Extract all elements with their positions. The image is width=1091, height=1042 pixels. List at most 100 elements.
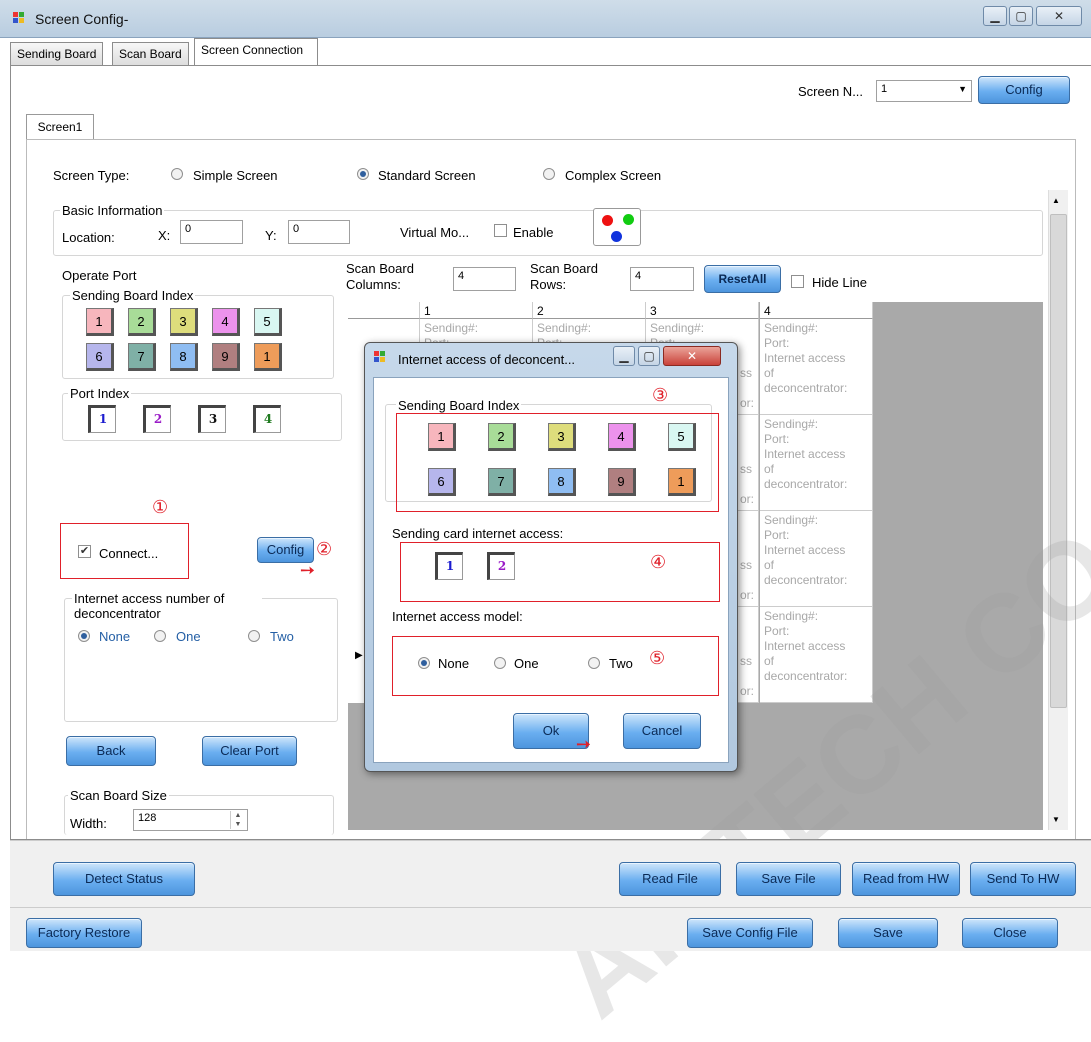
- save-config-file-button[interactable]: Save Config File: [687, 918, 813, 948]
- dialog-maximize-button[interactable]: ▢: [638, 346, 660, 366]
- clear-port-button[interactable]: Clear Port: [202, 736, 297, 766]
- cell-line: Internet access: [764, 447, 846, 461]
- close-button[interactable]: Close: [962, 918, 1058, 948]
- reset-all-button[interactable]: ResetAll: [704, 265, 781, 293]
- minimize-button[interactable]: ▁: [983, 6, 1007, 26]
- model-two-label: Two: [609, 656, 633, 671]
- dialog-minimize-button[interactable]: ▁: [613, 346, 635, 366]
- y-input[interactable]: 0: [288, 220, 350, 244]
- back-button[interactable]: Back: [66, 736, 156, 766]
- dialog-port-tile[interactable]: 1: [435, 552, 463, 580]
- window-title: Screen Config-: [35, 11, 129, 27]
- dialog-cancel-button[interactable]: Cancel: [623, 713, 701, 749]
- decon-one-label: One: [176, 629, 201, 644]
- decon-two-radio[interactable]: [248, 630, 260, 642]
- cell-line: of: [764, 654, 775, 668]
- cell-line: of: [764, 366, 775, 380]
- port-index-tile[interactable]: 3: [198, 405, 226, 433]
- columns-input[interactable]: 4: [453, 267, 516, 291]
- cell-fragment: or:: [740, 492, 755, 506]
- tab-screen1[interactable]: Screen1: [26, 114, 94, 140]
- grid-cell[interactable]: Sending#:Port:Internet accessofdeconcent…: [760, 319, 873, 415]
- read-from-hw-button[interactable]: Read from HW: [852, 862, 960, 896]
- annotation-3: ③: [652, 385, 669, 406]
- model-one-radio[interactable]: [494, 657, 506, 669]
- decon-one-radio[interactable]: [154, 630, 166, 642]
- detect-status-button[interactable]: Detect Status: [53, 862, 195, 896]
- annotation-4: ④: [650, 552, 667, 573]
- port-index-tile[interactable]: 2: [143, 405, 171, 433]
- cell-line: Internet access: [764, 351, 846, 365]
- read-file-button[interactable]: Read File: [619, 862, 721, 896]
- screen-number-select[interactable]: 1 ▼: [876, 80, 972, 102]
- cell-line: Sending#:: [537, 321, 592, 335]
- cell-line: Sending#:: [764, 321, 819, 335]
- x-input[interactable]: 0: [180, 220, 243, 244]
- sending-board-tile[interactable]: 6: [428, 468, 456, 496]
- grid-cell[interactable]: Sending#:Port:Internet accessofdeconcent…: [760, 511, 873, 607]
- grid-cell[interactable]: Sending#:Port:Internet accessofdeconcent…: [760, 415, 873, 511]
- sending-board-tile[interactable]: 5: [668, 423, 696, 451]
- port-index-tile[interactable]: 1: [88, 405, 116, 433]
- location-label: Location:: [62, 230, 115, 245]
- tab-scan-board[interactable]: Scan Board: [112, 42, 189, 66]
- complex-screen-radio[interactable]: [543, 168, 555, 180]
- sending-board-tile[interactable]: 2: [488, 423, 516, 451]
- scan-size-title: Scan Board Size: [68, 788, 169, 803]
- screen-type-label: Screen Type:: [53, 168, 130, 183]
- save-file-button[interactable]: Save File: [736, 862, 841, 896]
- sending-board-tile[interactable]: 5: [254, 308, 282, 336]
- sending-board-tile[interactable]: 1: [428, 423, 456, 451]
- sending-board-tile[interactable]: 8: [548, 468, 576, 496]
- cell-line: Sending#:: [764, 513, 819, 527]
- screen-config-button[interactable]: Config: [978, 76, 1070, 104]
- dialog-port-tile[interactable]: 2: [487, 552, 515, 580]
- width-spinner[interactable]: ▲ ▼: [230, 811, 245, 829]
- red-dot-icon: [602, 215, 613, 226]
- sending-board-tile[interactable]: 9: [212, 343, 240, 371]
- sending-board-tile[interactable]: 7: [488, 468, 516, 496]
- port-index-tile[interactable]: 4: [253, 405, 281, 433]
- dialog-model-title: Internet access model:: [392, 609, 523, 624]
- decon-none-radio[interactable]: [78, 630, 90, 642]
- sending-board-tile[interactable]: 9: [608, 468, 636, 496]
- connect-checkbox[interactable]: ✔: [78, 545, 91, 558]
- decon-two-label: Two: [270, 629, 294, 644]
- sending-board-tile[interactable]: 1: [86, 308, 114, 336]
- scroll-down-icon[interactable]: ▼: [1052, 815, 1060, 824]
- sending-board-tile[interactable]: 1: [254, 343, 282, 371]
- send-to-hw-button[interactable]: Send To HW: [970, 862, 1076, 896]
- save-button[interactable]: Save: [838, 918, 938, 948]
- cell-line: Sending#:: [764, 609, 819, 623]
- sending-board-tile[interactable]: 2: [128, 308, 156, 336]
- sending-board-tile[interactable]: 6: [86, 343, 114, 371]
- cell-fragment: ss: [740, 462, 752, 476]
- scroll-up-icon[interactable]: ▲: [1052, 196, 1060, 205]
- cell-line: of: [764, 558, 775, 572]
- hide-line-checkbox[interactable]: [791, 275, 804, 288]
- tab-sending-board[interactable]: Sending Board: [10, 42, 104, 66]
- sending-board-tile[interactable]: 4: [212, 308, 240, 336]
- grid-corner: [348, 302, 420, 319]
- maximize-button[interactable]: ▢: [1009, 6, 1033, 26]
- sending-board-tile[interactable]: 1: [668, 468, 696, 496]
- model-two-radio[interactable]: [588, 657, 600, 669]
- sending-board-tile[interactable]: 4: [608, 423, 636, 451]
- dialog-close-button[interactable]: ✕: [663, 346, 721, 366]
- sending-board-tile[interactable]: 7: [128, 343, 156, 371]
- enable-checkbox[interactable]: [494, 224, 507, 237]
- sending-board-tile[interactable]: 8: [170, 343, 198, 371]
- sending-board-tile[interactable]: 3: [170, 308, 198, 336]
- model-none-radio[interactable]: [418, 657, 430, 669]
- sending-board-tile[interactable]: 3: [548, 423, 576, 451]
- close-window-button[interactable]: ✕: [1036, 6, 1082, 26]
- cell-line: Port:: [764, 528, 790, 542]
- rows-input[interactable]: 4: [630, 267, 694, 291]
- screen-number-value: 1: [881, 83, 888, 95]
- tab-screen-connection[interactable]: Screen Connection: [194, 38, 318, 66]
- color-pattern-button[interactable]: [593, 208, 641, 246]
- factory-restore-button[interactable]: Factory Restore: [26, 918, 142, 948]
- simple-screen-radio[interactable]: [171, 168, 183, 180]
- cell-line: Sending#:: [764, 417, 819, 431]
- standard-screen-radio[interactable]: [357, 168, 369, 180]
